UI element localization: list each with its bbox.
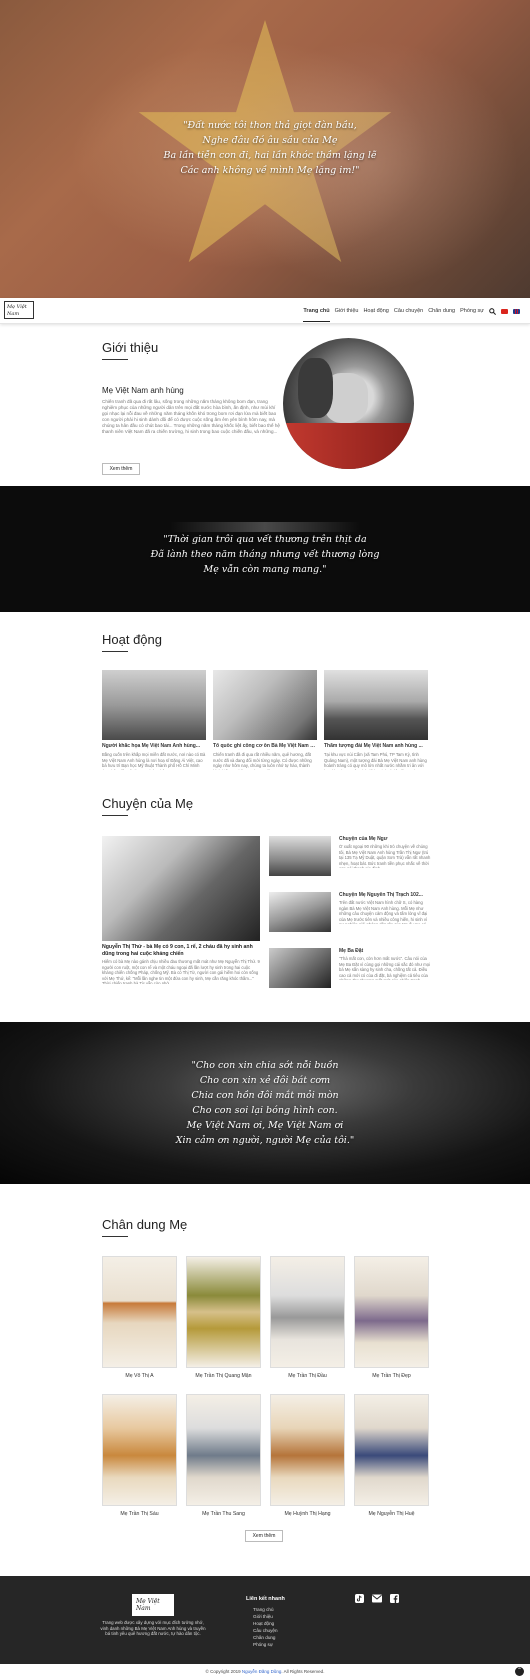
portrait-name[interactable]: Mẹ Trần Thị Đẹp — [354, 1373, 429, 1379]
activity-title[interactable]: Tổ quốc ghi công cơ ôn Bà Mẹ Việt Nam an… — [213, 743, 317, 749]
portrait-card[interactable] — [102, 1394, 177, 1506]
nav-item-home[interactable]: Trang chủ — [303, 301, 330, 322]
intro-more-button[interactable]: Xem thêm — [102, 463, 140, 475]
intro-subtitle: Mẹ Việt Nam anh hùng — [102, 386, 184, 395]
portrait-name[interactable]: Mẹ Nguyễn Thị Huệ — [354, 1511, 429, 1517]
footer-social — [355, 1594, 399, 1603]
footer-link[interactable]: Chân dung — [253, 1634, 278, 1641]
mail-icon[interactable] — [372, 1594, 382, 1603]
portrait-card[interactable] — [270, 1394, 345, 1506]
flag-vn-icon[interactable] — [501, 308, 508, 314]
story-side[interactable]: Chuyện của Mẹ Ngư Ở xuất ngoại 90 những … — [339, 836, 431, 868]
stories-header: Chuyện của Mẹ — [102, 796, 193, 816]
portraits-header: Chân dung Mẹ — [102, 1217, 187, 1237]
portrait-name[interactable]: Mẹ Huỳnh Thị Hạng — [270, 1511, 345, 1517]
intro-title: Giới thiệu — [102, 340, 159, 355]
story-side-image[interactable] — [269, 836, 331, 876]
footer-link[interactable]: Câu chuyện — [253, 1627, 278, 1634]
story-side-title[interactable]: Chuyện của Mẹ Ngư — [339, 836, 431, 842]
activity-title[interactable]: Thăm tượng đài Mẹ Việt Nam anh hùng ... — [324, 743, 428, 749]
copyright-author-link[interactable]: Nguyễn Đăng Dũng — [242, 1669, 282, 1674]
copyright-suffix: . All Rights Reserved. — [281, 1669, 325, 1674]
activity-title[interactable]: Người khắc họa Mẹ Việt Nam Anh hùng... — [102, 743, 206, 749]
activity-card[interactable]: Thăm tượng đài Mẹ Việt Nam anh hùng ... … — [324, 670, 428, 770]
footer-link[interactable]: Hoạt động — [253, 1620, 278, 1627]
story-side-excerpt: "Thà mất con, còn hơn mất nước". Câu nói… — [339, 956, 431, 980]
intro-photo — [283, 338, 414, 469]
story-main[interactable]: Nguyễn Thị Thứ - bà Mẹ có 9 con, 1 rể, 2… — [102, 836, 260, 984]
portrait-name[interactable]: Mẹ Trần Thị Đầu — [270, 1373, 345, 1379]
nav-item-portraits[interactable]: Chân dung — [428, 301, 455, 321]
footer-links-title: Liên kết nhanh — [246, 1596, 285, 1602]
nav-links: Trang chủ Giới thiệu Hoạt động Câu chuyệ… — [303, 298, 520, 324]
story-side-excerpt: Trên đất nước Việt Nam hình chữ S, có hà… — [339, 900, 428, 924]
footer-description: Trang web được xây dựng với mục đích tưở… — [100, 1620, 206, 1637]
band1-quote: "Thời gian trôi qua vết thương trên thịt… — [150, 534, 380, 575]
quote-band-2: "Cho con xin chia sớt nỗi buồn Cho con x… — [0, 1022, 530, 1184]
search-icon[interactable] — [489, 307, 496, 315]
activity-excerpt: Bằng cuốn trên khắp mọi miền đất nước, n… — [102, 752, 206, 770]
story-main-image[interactable] — [102, 836, 260, 941]
activity-image[interactable] — [213, 670, 317, 740]
portrait-card[interactable] — [354, 1256, 429, 1368]
footer-links: Trang chủ Giới thiệu Hoạt động Câu chuyệ… — [253, 1606, 278, 1648]
portrait-card[interactable] — [270, 1256, 345, 1368]
nav-item-reports[interactable]: Phóng sự — [460, 301, 484, 321]
portraits-title: Chân dung Mẹ — [102, 1217, 188, 1232]
portrait-card[interactable] — [354, 1394, 429, 1506]
story-side-excerpt: Ở xuất ngoại 90 những khi trò chuyện về … — [339, 844, 431, 868]
activity-card[interactable]: Tổ quốc ghi công cơ ôn Bà Mẹ Việt Nam an… — [213, 670, 317, 770]
portraits-more-button[interactable]: Xem thêm — [245, 1530, 283, 1542]
activity-excerpt: Chiến tranh đã đi qua rất nhiều năm, quê… — [213, 752, 312, 770]
story-side-title[interactable]: Mẹ Ba Đặt — [339, 948, 431, 954]
portrait-name[interactable]: Mẹ Trần Thị Quang Mận — [186, 1373, 261, 1379]
portrait-card[interactable] — [102, 1256, 177, 1368]
intro-body: Chiến tranh đã qua đi rất lâu, sống tron… — [102, 399, 280, 434]
nav-item-activities[interactable]: Hoạt động — [363, 301, 388, 321]
story-side-image[interactable] — [269, 948, 331, 988]
quote-band-1: "Thời gian trôi qua vết thương trên thịt… — [0, 486, 530, 612]
activity-image[interactable] — [102, 670, 206, 740]
nav-item-intro[interactable]: Giới thiệu — [335, 301, 359, 321]
nav-item-stories[interactable]: Câu chuyện — [394, 301, 423, 321]
activity-card[interactable]: Người khắc họa Mẹ Việt Nam Anh hùng... B… — [102, 670, 206, 770]
site-logo[interactable]: Mẹ Việt Nam — [4, 301, 34, 319]
story-main-title[interactable]: Nguyễn Thị Thứ - bà Mẹ có 9 con, 1 rể, 2… — [102, 944, 260, 957]
facebook-icon[interactable] — [390, 1594, 399, 1603]
portrait-name[interactable]: Mẹ Trần Thị Sáu — [102, 1511, 177, 1517]
portrait-card[interactable] — [186, 1256, 261, 1368]
back-to-top-icon[interactable]: ⌃ — [515, 1667, 524, 1676]
activity-image[interactable] — [324, 670, 428, 740]
activities-header: Hoạt động — [102, 632, 162, 652]
footer-link[interactable]: Giới thiệu — [253, 1613, 278, 1620]
story-side-title[interactable]: Chuyện Mẹ Nguyễn Thị Trạch 102... — [339, 892, 431, 898]
activity-excerpt: Tại khu vực núi Cấm (xã Tam Phú, TP Tam … — [324, 752, 427, 770]
portrait-card[interactable] — [186, 1394, 261, 1506]
footer-link[interactable]: Phóng sự — [253, 1641, 278, 1648]
story-side[interactable]: Mẹ Ba Đặt "Thà mất con, còn hơn mất nước… — [339, 948, 431, 980]
portrait-name[interactable]: Mẹ Trần Thu Sang — [186, 1511, 261, 1517]
story-side-image[interactable] — [269, 892, 331, 932]
footer-logo[interactable]: Mẹ Việt Nam — [132, 1594, 174, 1616]
copyright-bar: © Copyright 2019 Nguyễn Đăng Dũng. All R… — [0, 1664, 530, 1680]
flag-uk-icon[interactable] — [513, 308, 520, 314]
portrait-name[interactable]: Mẹ Võ Thị A — [102, 1373, 177, 1379]
footer-link[interactable]: Trang chủ — [253, 1606, 278, 1613]
story-side[interactable]: Chuyện Mẹ Nguyễn Thị Trạch 102... Trên đ… — [339, 892, 431, 924]
top-navbar: Mẹ Việt Nam Trang chủ Giới thiệu Hoạt độ… — [0, 298, 530, 324]
tiktok-icon[interactable] — [355, 1594, 364, 1603]
hero-quote: "Đất nước tôi thon thả giọt đàn bầu, Ngh… — [163, 120, 377, 176]
activities-title: Hoạt động — [102, 632, 162, 647]
story-main-excerpt: Hiếm có bà Mẹ nào gánh chịu nhiều đau th… — [102, 959, 260, 984]
stories-title: Chuyện của Mẹ — [102, 796, 194, 811]
band2-quote: "Cho con xin chia sớt nỗi buồn Cho con x… — [175, 1060, 355, 1146]
copyright-prefix: © Copyright 2019 — [205, 1669, 242, 1674]
hero-banner: "Đất nước tôi thon thả giọt đàn bầu, Ngh… — [0, 0, 530, 298]
intro-section: Giới thiệu Mẹ Việt Nam anh hùng Chiến tr… — [102, 340, 282, 475]
